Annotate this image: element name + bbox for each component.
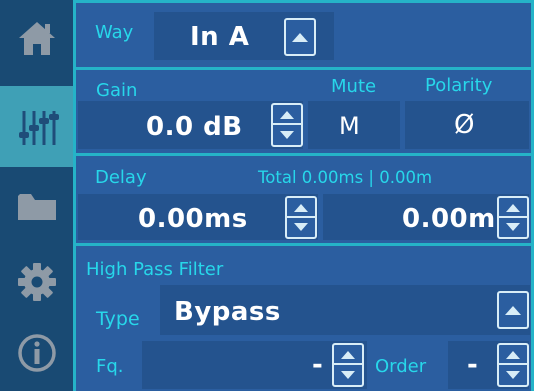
divider	[73, 153, 534, 156]
divider	[73, 243, 534, 246]
hpf-fq-up-button[interactable]	[334, 345, 362, 365]
nav-home[interactable]	[0, 5, 73, 70]
arrow-up-icon	[505, 306, 521, 315]
delay-ms-value: 0.00ms	[138, 204, 248, 234]
arrow-down-icon	[506, 371, 520, 379]
way-up-button[interactable]	[284, 18, 316, 56]
info-icon	[17, 334, 56, 372]
hpf-order-label: Order	[375, 356, 427, 377]
mute-label: Mute	[331, 76, 377, 97]
hpf-order-down-button[interactable]	[499, 363, 527, 385]
folder-icon	[17, 193, 56, 220]
arrow-up-icon	[506, 351, 520, 359]
delay-total: Total 0.00ms | 0.00m	[258, 168, 433, 187]
hpf-type-label: Type	[96, 308, 140, 330]
gain-down-button[interactable]	[273, 123, 301, 145]
arrow-up-icon	[294, 203, 308, 212]
delay-m-down-button[interactable]	[499, 215, 527, 238]
nav-settings[interactable]	[0, 252, 73, 312]
mute-value: M	[339, 112, 360, 140]
delay-m-stepper[interactable]	[497, 196, 529, 239]
hpf-fq-stepper[interactable]	[332, 343, 364, 387]
gain-label: Gain	[96, 80, 138, 101]
delay-label: Delay	[95, 167, 147, 188]
delay-m-value: 0.00m	[402, 204, 496, 234]
arrow-down-icon	[341, 371, 355, 379]
hpf-order-stepper[interactable]	[497, 343, 529, 387]
polarity-value: Ø	[454, 110, 475, 140]
hpf-order-up-button[interactable]	[499, 345, 527, 365]
arrow-down-icon	[294, 223, 308, 232]
sidebar	[0, 0, 73, 391]
divider	[73, 0, 534, 3]
home-icon	[18, 21, 55, 55]
polarity-label: Polarity	[425, 75, 493, 96]
nav-mixer[interactable]	[0, 86, 73, 167]
gain-value: 0.0 dB	[146, 112, 243, 142]
hpf-fq-label: Fq.	[96, 356, 124, 377]
hpf-type-value: Bypass	[174, 297, 281, 327]
arrow-up-icon	[280, 111, 294, 119]
hpf-order-value: -	[467, 350, 479, 380]
hpf-type-up-button[interactable]	[497, 291, 529, 329]
gain-stepper[interactable]	[271, 103, 303, 147]
arrow-down-icon	[280, 131, 294, 139]
sliders-icon	[18, 110, 59, 145]
gain-up-button[interactable]	[273, 105, 301, 125]
arrow-down-icon	[506, 223, 520, 232]
arrow-up-icon	[341, 351, 355, 359]
way-value: In A	[190, 22, 250, 52]
delay-ms-stepper[interactable]	[285, 196, 317, 239]
arrow-up-icon	[292, 33, 308, 42]
divider	[73, 67, 534, 70]
divider	[73, 0, 76, 391]
hpf-fq-value: -	[312, 350, 324, 380]
delay-ms-down-button[interactable]	[287, 215, 315, 238]
nav-info[interactable]	[0, 322, 73, 384]
hpf-title: High Pass Filter	[86, 259, 224, 280]
hpf-fq-down-button[interactable]	[334, 363, 362, 385]
way-label: Way	[95, 22, 134, 43]
arrow-up-icon	[506, 203, 520, 212]
nav-files[interactable]	[0, 178, 73, 233]
gear-icon	[17, 263, 56, 301]
